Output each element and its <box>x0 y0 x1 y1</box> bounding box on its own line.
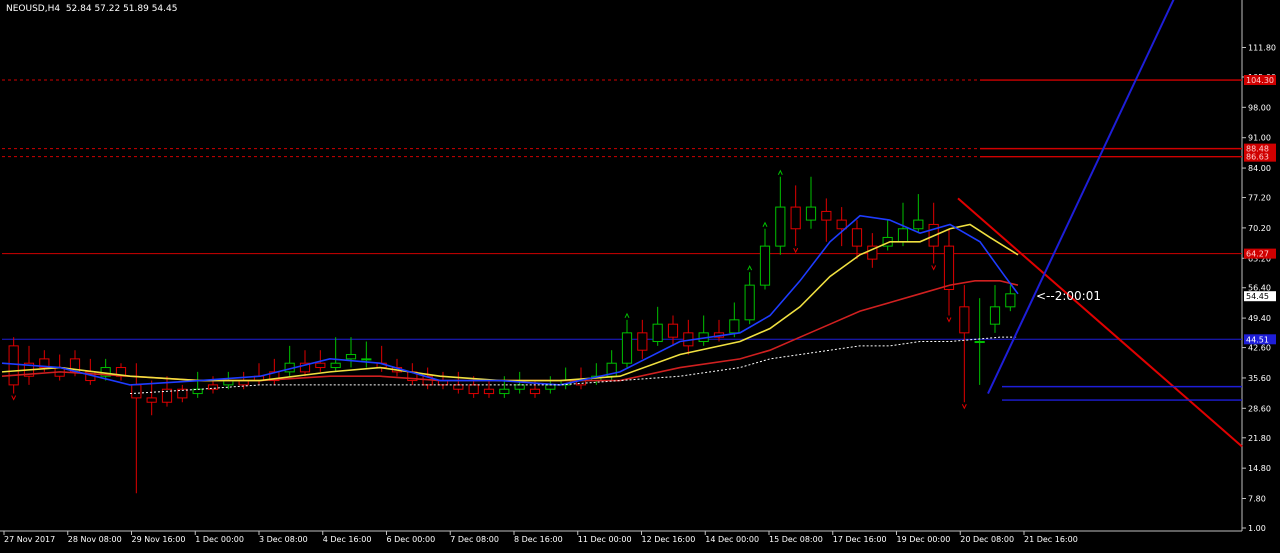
bar-countdown-label: <--2:00:01 <box>1036 289 1101 303</box>
candle-body <box>974 341 985 344</box>
candle-body <box>468 384 479 395</box>
x-tick-label: 21 Dec 16:00 <box>1024 535 1078 544</box>
candle-body <box>790 206 801 230</box>
candle-body <box>821 210 832 221</box>
ema-fast-line <box>1 214 1019 386</box>
candle-body <box>637 332 648 351</box>
candle-body <box>453 384 464 390</box>
candle-body <box>330 362 341 369</box>
level-price-label: 104.30 <box>1246 76 1274 85</box>
x-tick-label: 3 Dec 08:00 <box>259 535 308 544</box>
y-tick-label: 35.60 <box>1248 374 1271 383</box>
chart-svg: 111.80105.0098.0091.0084.0077.2070.2063.… <box>0 0 1276 544</box>
x-tick-label: 7 Dec 08:00 <box>450 535 499 544</box>
ohlc-label: 52.84 57.22 51.89 54.45 <box>65 4 178 14</box>
x-tick-label: 19 Dec 00:00 <box>897 535 951 544</box>
x-tick-label: 8 Dec 16:00 <box>514 535 563 544</box>
candle-body <box>805 206 817 221</box>
up-arrow-marker <box>762 221 768 227</box>
y-tick-label: 49.40 <box>1248 314 1271 323</box>
candle-body <box>545 384 556 390</box>
y-tick-label: 98.00 <box>1248 103 1271 112</box>
symbol-label: NEOUSD,H4 <box>6 4 61 14</box>
sma-dotted-line <box>129 336 1018 395</box>
y-tick-label: 70.20 <box>1248 224 1271 233</box>
y-tick-label: 84.00 <box>1248 164 1271 173</box>
candle-body <box>131 384 142 399</box>
candle-body <box>499 388 510 395</box>
downtrend-line <box>957 197 1243 448</box>
x-tick-label: 27 Nov 2017 <box>4 535 55 544</box>
candle-body <box>729 319 740 334</box>
candle-body <box>652 323 663 343</box>
x-tick-label: 4 Dec 16:00 <box>323 535 372 544</box>
down-arrow-marker <box>961 404 967 410</box>
level-price-label: 64.27 <box>1246 250 1269 259</box>
y-tick-label: 42.60 <box>1248 344 1271 353</box>
y-tick-label: 7.80 <box>1248 495 1266 504</box>
x-tick-label: 14 Dec 00:00 <box>705 535 759 544</box>
candle-body <box>207 384 219 390</box>
candle-body <box>514 384 525 390</box>
candle-body <box>8 345 19 386</box>
ema-slow-line <box>1 280 1019 382</box>
candle-body <box>775 206 786 247</box>
candle-body <box>836 219 847 230</box>
level-price-label: 44.51 <box>1246 335 1269 344</box>
candle-body <box>146 397 157 403</box>
x-tick-label: 17 Dec 16:00 <box>833 535 887 544</box>
candle-body <box>361 358 372 361</box>
candle-body <box>744 284 755 321</box>
x-tick-label: 1 Dec 00:00 <box>195 535 244 544</box>
down-arrow-marker <box>946 317 952 323</box>
y-tick-label: 1.00 <box>1248 524 1266 533</box>
chart: NEOUSD,H4 52.84 57.22 51.89 54.45 111.80… <box>0 0 1280 549</box>
ema-mid-line <box>1 223 1019 382</box>
candle-body <box>315 362 326 369</box>
x-tick-label: 12 Dec 16:00 <box>642 535 696 544</box>
down-arrow-marker <box>11 395 17 401</box>
x-tick-label: 11 Dec 00:00 <box>578 535 632 544</box>
candle-body <box>621 332 633 364</box>
candle-body <box>989 306 1001 325</box>
x-tick-label: 28 Nov 08:00 <box>68 535 122 544</box>
candle-body <box>759 245 771 286</box>
uptrend-line <box>987 0 1175 394</box>
candle-body <box>943 245 955 290</box>
y-tick-label: 91.00 <box>1248 134 1271 143</box>
candle-body <box>897 228 909 243</box>
x-tick-label: 29 Nov 16:00 <box>132 535 186 544</box>
candle-body <box>913 219 924 230</box>
candle-body <box>345 354 357 360</box>
y-tick-label: 14.80 <box>1248 464 1271 473</box>
candle-body <box>529 388 541 395</box>
y-tick-label: 77.20 <box>1248 194 1271 203</box>
level-price-label: 86.63 <box>1246 153 1269 162</box>
y-tick-label: 21.80 <box>1248 434 1271 443</box>
candle-body <box>483 388 495 395</box>
down-arrow-marker <box>793 247 799 254</box>
chart-header: NEOUSD,H4 52.84 57.22 51.89 54.45 <box>6 4 177 14</box>
x-tick-label: 20 Dec 08:00 <box>960 535 1014 544</box>
candle-body <box>959 306 970 334</box>
x-tick-label: 15 Dec 08:00 <box>769 535 823 544</box>
candle-body <box>1005 293 1016 308</box>
candle-body <box>851 228 863 247</box>
down-arrow-marker <box>931 265 937 271</box>
up-arrow-marker <box>624 312 630 319</box>
current-price-label: 54.45 <box>1246 292 1269 301</box>
y-tick-label: 28.60 <box>1248 404 1271 413</box>
candle-body <box>667 323 679 338</box>
y-tick-label: 111.80 <box>1248 43 1276 52</box>
up-arrow-marker <box>747 265 753 271</box>
x-tick-label: 6 Dec 00:00 <box>387 535 436 544</box>
up-arrow-marker <box>777 169 783 175</box>
